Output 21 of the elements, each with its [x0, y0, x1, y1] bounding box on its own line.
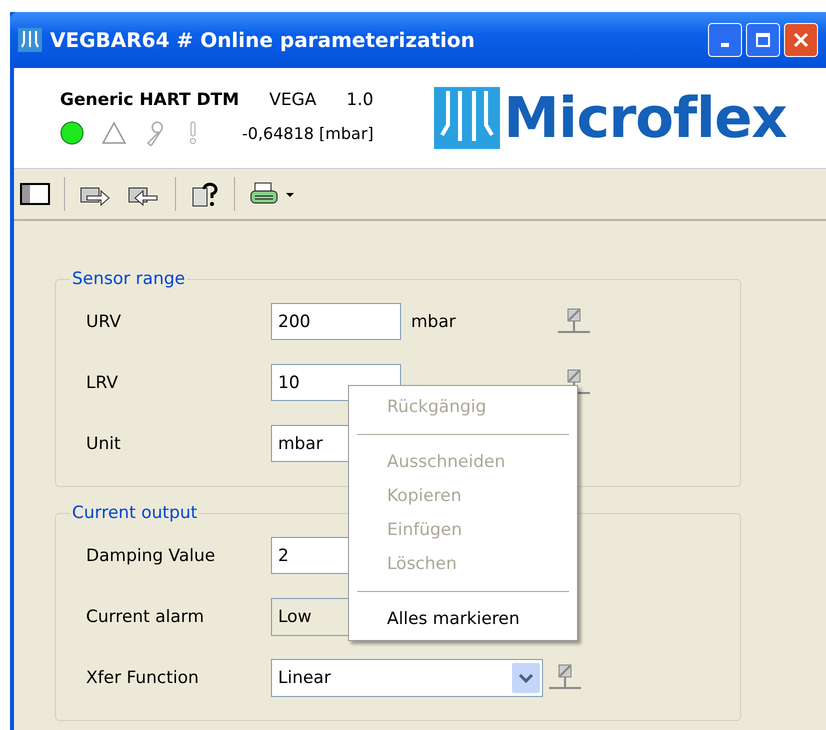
field-value: 10 [278, 372, 300, 392]
group-title: Current output [71, 503, 198, 523]
field-label: URV [86, 312, 122, 332]
field-value: 2 [278, 546, 289, 566]
vendor-name: VEGA [269, 90, 316, 110]
field-value: Low [278, 606, 312, 626]
field-value: Linear [278, 668, 331, 688]
field-label: Unit [86, 434, 122, 454]
measured-value: -0,64818 [mbar] [242, 124, 374, 142]
field-value: 200 [278, 312, 310, 332]
field-label: Xfer Function [86, 668, 200, 688]
dtm-name: Generic HART DTM [60, 90, 240, 110]
field-label: Damping Value [86, 546, 216, 566]
field-label: Current alarm [86, 606, 206, 626]
unit-label: mbar [411, 312, 456, 332]
window-title: VEGBAR64 # Online parameterization [50, 28, 476, 52]
field-label: LRV [86, 372, 119, 392]
version-number: 1.0 [346, 90, 374, 110]
field-value: mbar [278, 434, 323, 454]
group-title: Sensor range [71, 269, 186, 289]
company-logo: Microflex [434, 86, 787, 150]
